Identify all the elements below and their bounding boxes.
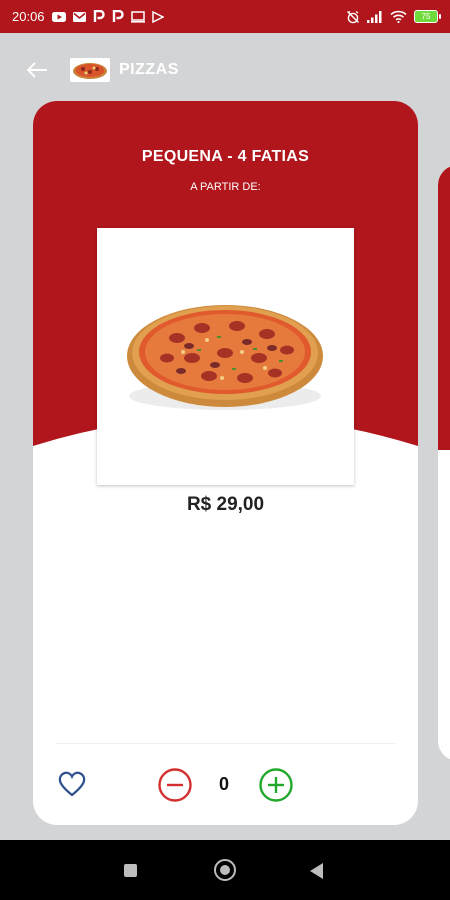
next-card-header-background (438, 165, 450, 450)
status-time: 20:06 (12, 9, 45, 24)
quantity-value: 0 (218, 774, 229, 794)
recents-button[interactable] (124, 864, 137, 877)
gmail-icon (72, 11, 86, 22)
system-back-button[interactable] (310, 863, 323, 879)
back-button[interactable] (22, 55, 52, 85)
product-price: R$ 29,00 (186, 494, 265, 515)
home-button[interactable] (214, 859, 236, 881)
p-app-icon (112, 10, 124, 23)
status-bar-right: 75 (346, 10, 441, 24)
pizza-image (127, 305, 323, 410)
product-image (97, 228, 354, 485)
category-thumbnail (70, 58, 110, 82)
next-product-card[interactable] (438, 165, 450, 761)
app-header: PIZZAS (0, 33, 450, 103)
product-card[interactable]: PEQUENA - 4 FATIAS A PARTIR DE: R$ 29,00… (33, 101, 418, 825)
page-title: PIZZAS (119, 61, 179, 78)
card-divider (55, 743, 396, 744)
status-bar-left: 20:06 (12, 9, 164, 24)
product-size-title: PEQUENA - 4 FATIAS (141, 148, 310, 165)
plus-circle-icon (259, 768, 293, 802)
system-nav-bar (0, 840, 450, 900)
signal-icon (367, 10, 383, 23)
minus-circle-icon (158, 768, 192, 802)
wifi-icon (390, 10, 407, 23)
arrow-left-icon (26, 62, 47, 78)
play-icon (151, 10, 164, 23)
heart-icon (58, 771, 86, 797)
alarm-off-icon (346, 10, 360, 24)
screen-icon (130, 10, 145, 23)
youtube-icon (51, 11, 66, 22)
status-bar: 20:06 75 (0, 0, 450, 33)
p-app-icon (93, 10, 105, 23)
battery-icon: 75 (414, 10, 441, 23)
price-prefix-label: A PARTIR DE: (190, 181, 261, 193)
favorite-button[interactable] (57, 769, 87, 799)
decrease-quantity-button[interactable] (157, 767, 193, 803)
increase-quantity-button[interactable] (258, 767, 294, 803)
